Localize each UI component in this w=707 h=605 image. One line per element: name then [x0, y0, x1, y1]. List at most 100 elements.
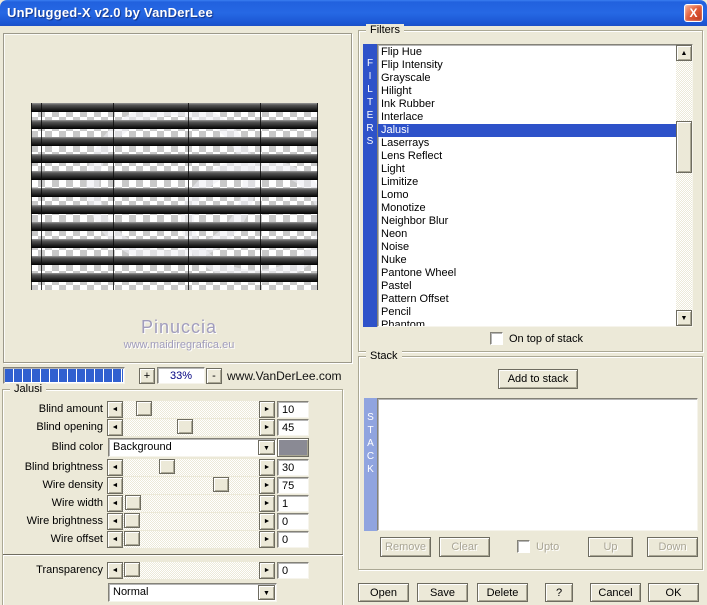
slider-right-arrow-icon[interactable]: ►: [259, 477, 275, 494]
remove-button[interactable]: Remove: [380, 537, 431, 557]
up-button[interactable]: Up: [588, 537, 633, 557]
filter-item[interactable]: Neon: [378, 228, 692, 241]
slider-value-input[interactable]: 0: [277, 531, 309, 548]
slider-thumb[interactable]: [159, 459, 175, 474]
filter-item[interactable]: Lens Reflect: [378, 150, 692, 163]
filter-item[interactable]: Laserrays: [378, 137, 692, 150]
slider-track[interactable]: [123, 531, 259, 548]
blend-mode-dropdown[interactable]: Normal ▼: [108, 583, 277, 602]
stack-group-label: Stack: [366, 350, 402, 362]
filter-item[interactable]: Neighbor Blur: [378, 215, 692, 228]
slider-value-input[interactable]: 1: [277, 495, 309, 512]
filter-item[interactable]: Flip Intensity: [378, 59, 692, 72]
slider-left-arrow-icon[interactable]: ◄: [107, 477, 123, 494]
slider-label: Wire offset: [50, 533, 103, 545]
open-button[interactable]: Open: [358, 583, 409, 602]
filter-item[interactable]: Pencil: [378, 306, 692, 319]
slider-right-arrow-icon[interactable]: ►: [259, 459, 275, 476]
slider-thumb[interactable]: [124, 562, 140, 577]
chevron-down-icon[interactable]: ▼: [258, 440, 275, 455]
slider-label: Blind brightness: [24, 461, 103, 473]
filter-item[interactable]: Pantone Wheel: [378, 267, 692, 280]
filter-item[interactable]: Light: [378, 163, 692, 176]
slider-value-input[interactable]: 75: [277, 477, 309, 494]
slider-value-input[interactable]: 0: [277, 513, 309, 530]
add-to-stack-button[interactable]: Add to stack: [498, 369, 578, 389]
slider-track[interactable]: [123, 477, 259, 494]
stack-listbox[interactable]: [377, 398, 698, 531]
scroll-down-icon[interactable]: ▼: [676, 310, 692, 326]
down-button[interactable]: Down: [647, 537, 698, 557]
filter-item[interactable]: Pastel: [378, 280, 692, 293]
slider-value-input[interactable]: 10: [277, 401, 309, 418]
watermark-site: www.maidiregrafica.eu: [123, 339, 235, 351]
filter-item[interactable]: Phantom: [378, 319, 692, 326]
slider-right-arrow-icon[interactable]: ►: [259, 401, 275, 418]
filter-item[interactable]: Monotize: [378, 202, 692, 215]
filters-scrollbar[interactable]: ▲ ▼: [676, 45, 692, 326]
slider-right-arrow-icon[interactable]: ►: [259, 562, 275, 579]
slider-thumb[interactable]: [177, 419, 193, 434]
close-icon[interactable]: X: [684, 4, 703, 22]
scrollbar-thumb[interactable]: [676, 121, 692, 173]
save-button[interactable]: Save: [417, 583, 468, 602]
scrollbar-track[interactable]: [676, 45, 692, 326]
zoom-in-button[interactable]: +: [139, 368, 155, 384]
slider-left-arrow-icon[interactable]: ◄: [107, 419, 123, 436]
wire-line: [41, 103, 42, 290]
slider-thumb[interactable]: [124, 513, 140, 528]
divider: [3, 554, 343, 556]
upto-checkbox[interactable]: [517, 540, 530, 553]
slider-row-blind-opening: Blind opening ◄ ► 45: [0, 419, 343, 436]
filter-item[interactable]: Limitize: [378, 176, 692, 189]
ok-button[interactable]: OK: [648, 583, 699, 602]
slider-left-arrow-icon[interactable]: ◄: [107, 459, 123, 476]
filter-item[interactable]: Noise: [378, 241, 692, 254]
slider-left-arrow-icon[interactable]: ◄: [107, 531, 123, 548]
slider-value-input[interactable]: 45: [277, 419, 309, 436]
slider-left-arrow-icon[interactable]: ◄: [107, 495, 123, 512]
help-button[interactable]: ?: [545, 583, 573, 602]
clear-button[interactable]: Clear: [439, 537, 490, 557]
blind-color-swatch[interactable]: [277, 438, 309, 457]
filter-item[interactable]: Pattern Offset: [378, 293, 692, 306]
slider-track[interactable]: [123, 459, 259, 476]
slider-thumb[interactable]: [136, 401, 152, 416]
zoom-out-button[interactable]: -: [206, 368, 222, 384]
slider-right-arrow-icon[interactable]: ►: [259, 531, 275, 548]
chevron-down-icon[interactable]: ▼: [258, 585, 275, 600]
vanderlee-link[interactable]: www.VanDerLee.com: [227, 369, 342, 383]
blind-color-dropdown[interactable]: Background ▼: [108, 438, 277, 457]
filter-item[interactable]: Nuke: [378, 254, 692, 267]
progress-fill: [5, 369, 123, 382]
slider-left-arrow-icon[interactable]: ◄: [107, 513, 123, 530]
filter-item[interactable]: Ink Rubber: [378, 98, 692, 111]
filter-item[interactable]: Interlace: [378, 111, 692, 124]
slider-right-arrow-icon[interactable]: ►: [259, 419, 275, 436]
slider-track[interactable]: [123, 401, 259, 418]
slider-value-input[interactable]: 0: [277, 562, 309, 579]
filter-item[interactable]: Jalusi: [378, 124, 692, 137]
slider-thumb[interactable]: [124, 531, 140, 546]
slider-track[interactable]: [123, 562, 259, 579]
filter-item[interactable]: Lomo: [378, 189, 692, 202]
slider-track[interactable]: [123, 419, 259, 436]
filter-item[interactable]: Hilight: [378, 85, 692, 98]
slider-track[interactable]: [123, 495, 259, 512]
jalusi-group-label: Jalusi: [10, 383, 47, 395]
delete-button[interactable]: Delete: [477, 583, 528, 602]
cancel-button[interactable]: Cancel: [590, 583, 641, 602]
slider-left-arrow-icon[interactable]: ◄: [107, 401, 123, 418]
slider-thumb[interactable]: [213, 477, 229, 492]
slider-right-arrow-icon[interactable]: ►: [259, 513, 275, 530]
on-top-of-stack-checkbox[interactable]: [490, 332, 503, 345]
filter-item[interactable]: Flip Hue: [378, 46, 692, 59]
slider-left-arrow-icon[interactable]: ◄: [107, 562, 123, 579]
slider-track[interactable]: [123, 513, 259, 530]
scroll-up-icon[interactable]: ▲: [676, 45, 692, 61]
filter-item[interactable]: Grayscale: [378, 72, 692, 85]
slider-thumb[interactable]: [125, 495, 141, 510]
preview-image[interactable]: [31, 103, 318, 290]
slider-value-input[interactable]: 30: [277, 459, 309, 476]
slider-right-arrow-icon[interactable]: ►: [259, 495, 275, 512]
